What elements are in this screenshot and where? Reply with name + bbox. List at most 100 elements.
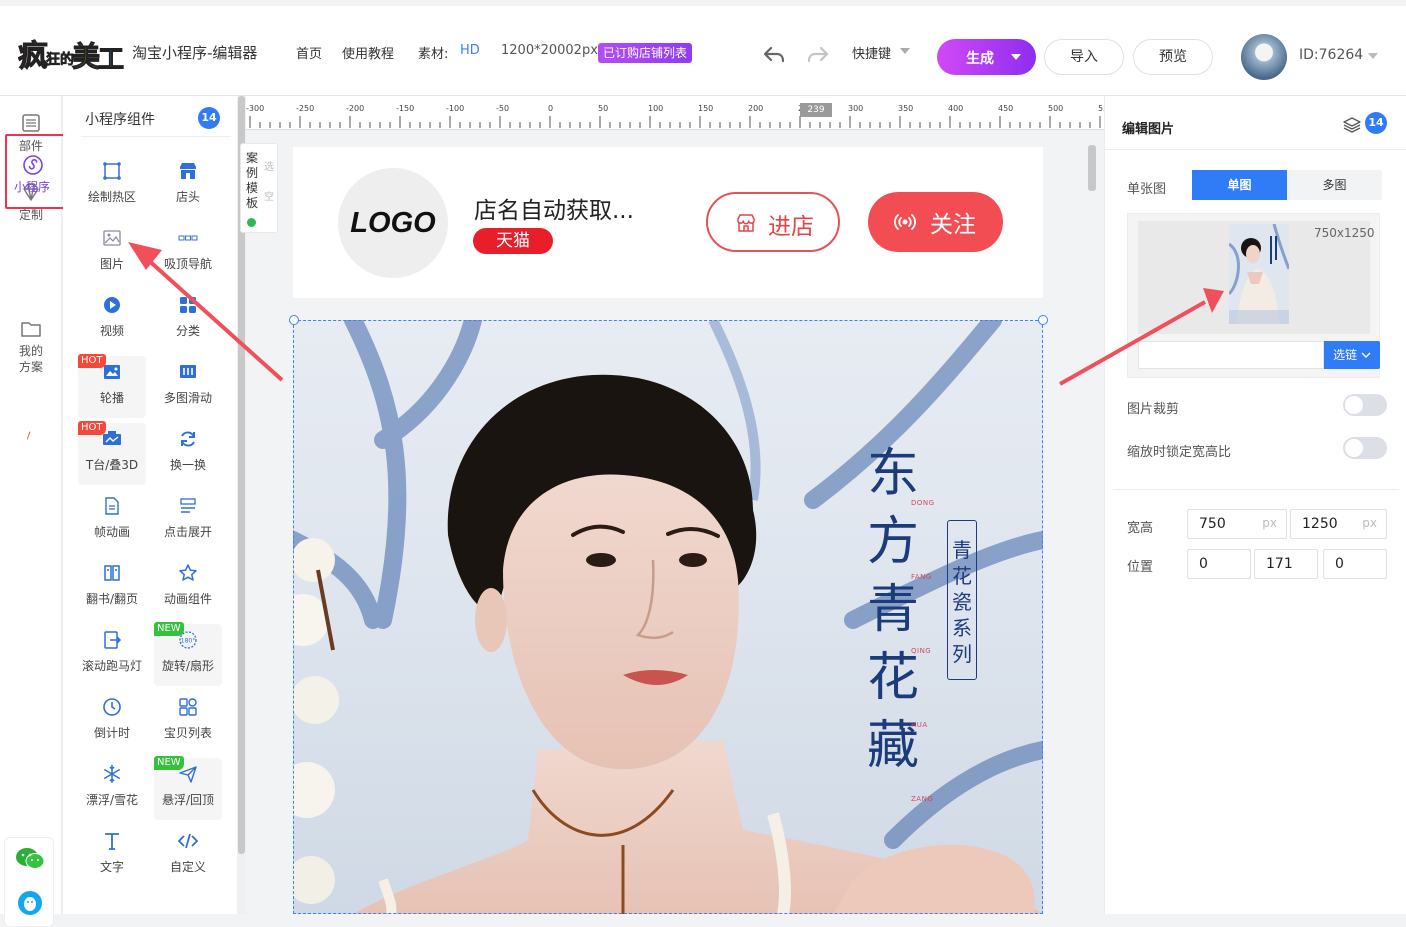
component-click-expand[interactable]: 点击展开 — [154, 490, 222, 552]
width-value: 750 — [1199, 516, 1226, 532]
qq-icon[interactable] — [17, 890, 43, 916]
property-panel-title: 编辑图片 — [1122, 122, 1175, 137]
component-category[interactable]: 分类 — [154, 289, 222, 351]
lock-ratio-toggle[interactable] — [1343, 437, 1387, 459]
component-label: 宝贝列表 — [163, 726, 212, 740]
material-label: 素材: — [418, 47, 449, 62]
component-image[interactable]: 图片 — [78, 222, 146, 284]
tab-single-image[interactable]: 单图 — [1192, 170, 1287, 200]
position-x-value: 0 — [1199, 556, 1208, 572]
component-carousel[interactable]: 轮播 HOT — [78, 354, 146, 418]
user-id[interactable]: ID:76264 — [1299, 47, 1363, 63]
component-label: 视频 — [99, 324, 124, 338]
ruler-label: -100 — [446, 104, 465, 113]
resize-handle-top-right[interactable] — [1038, 315, 1048, 325]
nav-home-link[interactable]: 首页 — [296, 43, 322, 62]
component-marquee[interactable]: 滚动跑马灯 — [78, 624, 146, 686]
brand-logo[interactable]: 疯 狂的 美 工 — [18, 28, 124, 76]
position-label: 位置 — [1127, 560, 1154, 575]
component-product-list[interactable]: 宝贝列表 — [154, 691, 222, 753]
case-template-tab[interactable]: 案例模板 — [242, 151, 262, 211]
avatar[interactable] — [1241, 34, 1287, 80]
generate-label: 生成 — [966, 51, 994, 67]
component-stage-3d[interactable]: T台/叠3D HOT — [78, 421, 146, 485]
hero-image-module[interactable]: 东 方 青 花 藏 DONG FANG QING HUA ZANG 青花瓷系列 — [293, 320, 1043, 914]
component-hotspot[interactable]: 绘制热区 — [78, 155, 146, 217]
tmall-badge: 天猫 — [473, 228, 553, 254]
enter-shop-button[interactable]: 进店 — [706, 192, 840, 252]
ruler-label: 0 — [548, 104, 554, 113]
star-icon — [179, 564, 197, 581]
store-icon — [737, 214, 755, 232]
component-label: 分类 — [175, 324, 200, 338]
crop-toggle[interactable] — [1343, 394, 1387, 416]
tab-multi-image[interactable]: 多图 — [1287, 170, 1382, 200]
redo-icon[interactable] — [806, 42, 832, 68]
ruler-label: -300 — [246, 104, 265, 113]
nav-tutorial-link[interactable]: 使用教程 — [342, 43, 394, 62]
generate-button[interactable]: 生成 — [937, 39, 1036, 75]
blank-template-tab[interactable]: 选空 — [262, 153, 276, 213]
select-link-button[interactable]: 选链 — [1324, 341, 1380, 369]
app-title: 淘宝小程序-编辑器 — [132, 44, 258, 62]
width-input[interactable]: 750 px — [1187, 509, 1287, 539]
component-clock[interactable]: 倒计时 — [78, 691, 146, 753]
component-label: 文字 — [99, 860, 124, 874]
resize-handle-top-left[interactable] — [289, 315, 299, 325]
position-y-input[interactable]: 171 — [1254, 549, 1318, 579]
series-seal: 青花瓷系列 — [947, 520, 977, 680]
ruler-label: 400 — [948, 104, 964, 113]
component-label: 点击展开 — [163, 525, 212, 539]
undo-icon[interactable] — [762, 42, 788, 68]
component-star[interactable]: 动画组件 — [154, 557, 222, 619]
text-icon — [105, 833, 119, 850]
component-text[interactable]: 文字 — [78, 825, 146, 887]
shortcut-dropdown[interactable]: 快捷键 — [852, 43, 891, 62]
component-label: 绘制热区 — [87, 190, 136, 204]
store-header-icon — [180, 163, 196, 179]
refresh-icon — [181, 431, 195, 447]
component-code[interactable]: 自定义 — [154, 825, 222, 887]
component-rotate-180[interactable]: 180° 旋转/扇形 NEW — [154, 622, 222, 686]
product-list-icon — [179, 698, 197, 716]
component-label: T台/叠3D — [85, 458, 139, 472]
component-frame-animation[interactable]: 帧动画 — [78, 490, 146, 552]
hero-photo — [293, 320, 1043, 914]
position-x-input[interactable]: 0 — [1187, 549, 1251, 579]
rail-item-my-plans[interactable]: 我的方案 — [0, 318, 62, 375]
preview-button[interactable]: 预览 — [1133, 39, 1213, 75]
component-send[interactable]: 悬浮/回顶 NEW — [154, 756, 222, 820]
component-sticky-nav[interactable]: 吸顶导航 — [154, 222, 222, 284]
component-snowflake[interactable]: 漂浮/雪花 — [78, 758, 146, 820]
image-url-input[interactable] — [1138, 341, 1324, 369]
wechat-icon[interactable] — [15, 846, 45, 872]
follow-label: 关注 — [930, 212, 976, 238]
ruler-label: 350 — [898, 104, 914, 113]
image-thumbnail[interactable] — [1229, 224, 1289, 324]
shop-header-module[interactable]: LOGO 店名自动获取... 天猫 进店 关注 — [293, 147, 1043, 298]
rail-item-miniprogram-inner: 小程序 — [7, 136, 64, 207]
hd-badge[interactable]: HD — [460, 43, 480, 58]
component-panel-title: 小程序组件 — [85, 112, 155, 128]
height-input[interactable]: 1250 px — [1290, 509, 1387, 539]
canvas-scrollbar-thumb[interactable] — [1088, 145, 1096, 191]
hotspot-icon — [103, 162, 121, 180]
component-label: 动画组件 — [163, 592, 212, 606]
position-z-input[interactable]: 0 — [1323, 549, 1387, 579]
component-multi-slide[interactable]: 多图滑动 — [154, 356, 222, 418]
component-flip-book[interactable]: 翻书/翻页 — [78, 557, 146, 619]
component-label: 店头 — [175, 190, 200, 204]
ruler-ticks — [249, 116, 1101, 128]
layers-icon[interactable] — [1343, 116, 1361, 134]
follow-button[interactable]: 关注 — [868, 192, 1003, 252]
divider — [1113, 489, 1399, 490]
component-store-header[interactable]: 店头 — [154, 155, 222, 217]
crop-label: 图片裁剪 — [1127, 402, 1180, 417]
import-button[interactable]: 导入 — [1044, 39, 1124, 75]
component-refresh[interactable]: 换一换 — [154, 423, 222, 485]
rail-item-miniprogram[interactable]: 小程序 — [5, 134, 66, 209]
ordered-shops-badge[interactable]: 已订购店铺列表 — [598, 43, 693, 63]
component-label: 翻书/翻页 — [85, 592, 139, 606]
shop-logo[interactable]: LOGO — [338, 168, 448, 278]
component-video[interactable]: 视频 — [78, 289, 146, 351]
